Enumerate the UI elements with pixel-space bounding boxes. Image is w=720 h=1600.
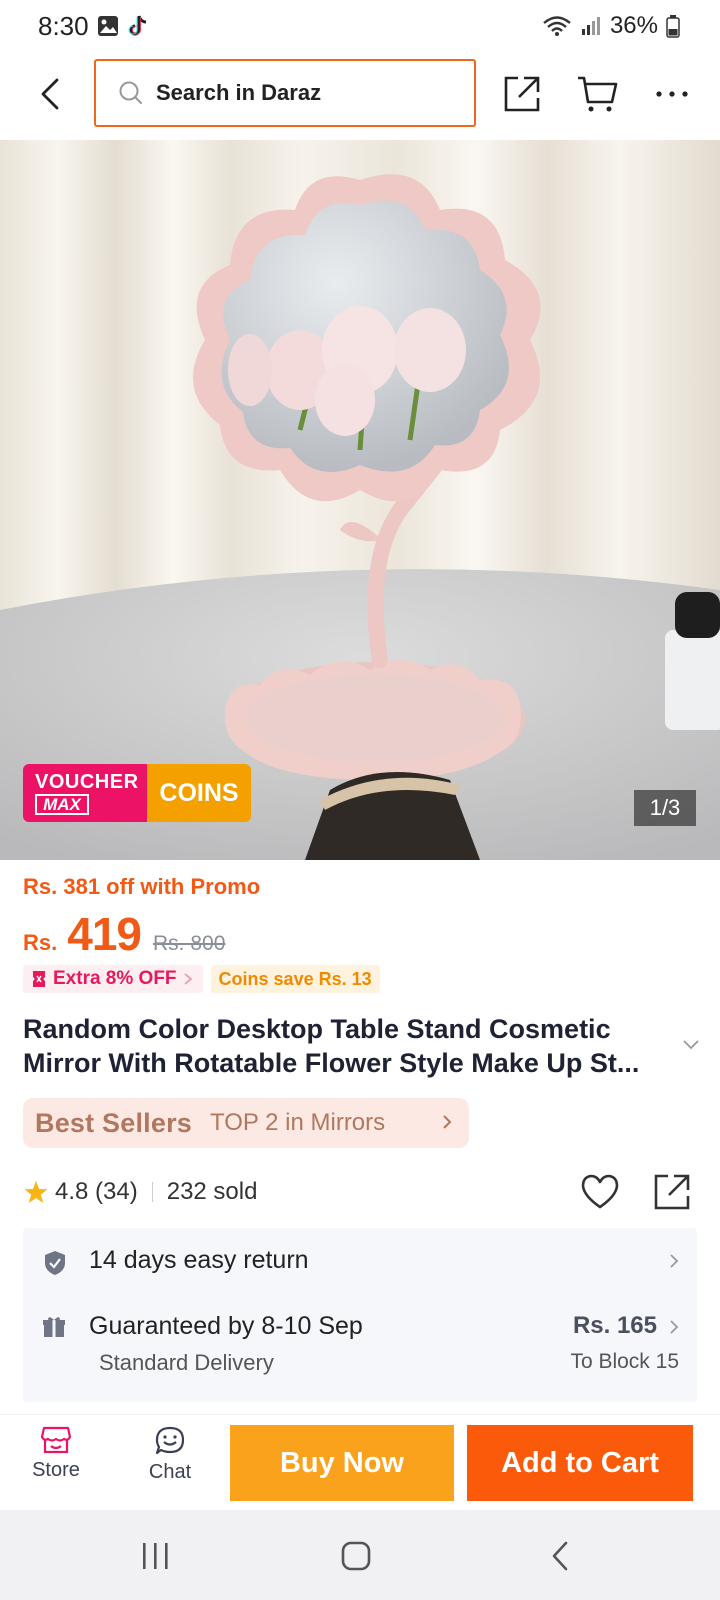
- cart-button[interactable]: [575, 72, 619, 116]
- rating-value: 4.8 (34): [55, 1178, 138, 1205]
- rating-row[interactable]: 4.8 (34) 232 sold: [23, 1174, 257, 1210]
- extra-off-tag[interactable]: Extra 8% OFF: [23, 965, 203, 993]
- android-nav-bar: [0, 1510, 720, 1600]
- delivery-type: Standard Delivery: [99, 1350, 274, 1375]
- recent-apps-icon: [143, 1543, 168, 1569]
- share-button[interactable]: [500, 72, 544, 116]
- back-button[interactable]: [30, 72, 70, 116]
- price-currency: Rs.: [23, 930, 58, 955]
- delivery-location: To Block 15: [570, 1350, 679, 1373]
- status-bar: 8:30 36%: [0, 0, 720, 52]
- image-counter: 1/3: [634, 790, 696, 826]
- product-title: Random Color Desktop Table Stand Cosmeti…: [23, 1014, 640, 1078]
- share-icon: [654, 1174, 690, 1210]
- signal-icon: [580, 15, 602, 37]
- battery-percent: 36%: [609, 12, 658, 39]
- product-photo: [0, 140, 720, 860]
- delivery-label: Guaranteed by 8-10 Sep: [89, 1312, 363, 1340]
- shield-icon: [45, 1251, 65, 1275]
- heart-icon: [581, 1174, 619, 1209]
- status-right: 36%: [542, 12, 680, 40]
- chevron-right-icon: [443, 1115, 452, 1129]
- coins-label: COINS: [147, 764, 251, 822]
- best-sellers-banner[interactable]: Best Sellers TOP 2 in Mirrors: [23, 1098, 469, 1148]
- voucher-max-label: VOUCHER MAX: [23, 764, 147, 822]
- delivery-row[interactable]: Guaranteed by 8-10 Sep Standard Delivery…: [23, 1292, 697, 1402]
- price-row: Rs. 419 Rs. 800: [23, 907, 225, 961]
- wishlist-button[interactable]: [580, 1172, 620, 1212]
- bottom-action-bar: Store Chat Buy Now Add to Cart: [0, 1414, 720, 1510]
- chevron-down-icon: [683, 1040, 699, 1050]
- gallery-icon: [97, 15, 119, 37]
- best-sellers-logo: Best Sellers: [35, 1107, 192, 1138]
- best-sellers-rank: TOP 2 in Mirrors: [210, 1109, 386, 1136]
- delivery-price: Rs. 165: [572, 1312, 657, 1339]
- star-icon: [24, 1181, 48, 1203]
- gift-icon: [43, 1317, 65, 1337]
- extra-off-text: Extra 8% OFF: [53, 968, 177, 989]
- home-icon: [341, 1541, 371, 1571]
- service-info-card: 14 days easy return Guaranteed by 8-10 S…: [23, 1228, 697, 1402]
- battery-icon: [666, 14, 680, 38]
- status-time: 8:30: [38, 10, 89, 41]
- expand-title-button[interactable]: [682, 1038, 700, 1056]
- status-left: 8:30: [38, 11, 149, 42]
- return-label: 14 days easy return: [89, 1246, 309, 1274]
- share-product-button[interactable]: [652, 1172, 692, 1212]
- chevron-right-icon: [670, 1254, 679, 1268]
- tiktok-icon: [127, 14, 149, 38]
- voucher-text: VOUCHER: [35, 770, 139, 793]
- more-icon: [656, 91, 688, 97]
- chat-label: Chat: [148, 1461, 192, 1483]
- buy-now-button[interactable]: Buy Now: [230, 1425, 454, 1501]
- home-button[interactable]: [326, 1534, 386, 1578]
- chat-icon: [155, 1426, 185, 1455]
- current-price: 419: [67, 908, 142, 960]
- more-button[interactable]: [650, 72, 694, 116]
- back-arrow-icon: [41, 78, 59, 110]
- back-icon: [552, 1541, 568, 1571]
- coins-save-tag: Coins save Rs. 13: [210, 965, 380, 993]
- max-text: MAX: [35, 793, 89, 815]
- add-to-cart-button[interactable]: Add to Cart: [467, 1425, 693, 1501]
- divider: [151, 1182, 153, 1202]
- top-header: Search in Daraz: [0, 56, 720, 132]
- chevron-right-icon: [183, 973, 192, 985]
- promo-text[interactable]: Rs. 381 off with Promo: [23, 874, 260, 900]
- voucher-icon: [33, 971, 45, 987]
- voucher-coins-badge: VOUCHER MAX COINS: [23, 764, 251, 822]
- recent-apps-button[interactable]: [125, 1534, 185, 1578]
- chevron-right-icon: [670, 1320, 679, 1334]
- search-placeholder: Search in Daraz: [156, 80, 322, 105]
- return-policy-row[interactable]: 14 days easy return: [23, 1228, 697, 1292]
- wifi-icon: [542, 15, 572, 37]
- sold-count: 232 sold: [166, 1178, 258, 1205]
- search-icon: [119, 81, 142, 104]
- system-back-button[interactable]: [530, 1534, 590, 1578]
- chat-button[interactable]: Chat: [130, 1425, 210, 1484]
- cart-icon: [578, 76, 618, 112]
- original-price: Rs. 800: [153, 932, 226, 955]
- discount-tags: Extra 8% OFF Coins save Rs. 13: [23, 965, 380, 993]
- store-label: Store: [32, 1459, 80, 1481]
- product-image-gallery[interactable]: VOUCHER MAX COINS 1/3: [0, 140, 720, 860]
- store-button[interactable]: Store: [16, 1425, 96, 1482]
- search-input[interactable]: Search in Daraz: [94, 59, 476, 127]
- share-icon: [504, 76, 540, 112]
- store-icon: [40, 1426, 72, 1454]
